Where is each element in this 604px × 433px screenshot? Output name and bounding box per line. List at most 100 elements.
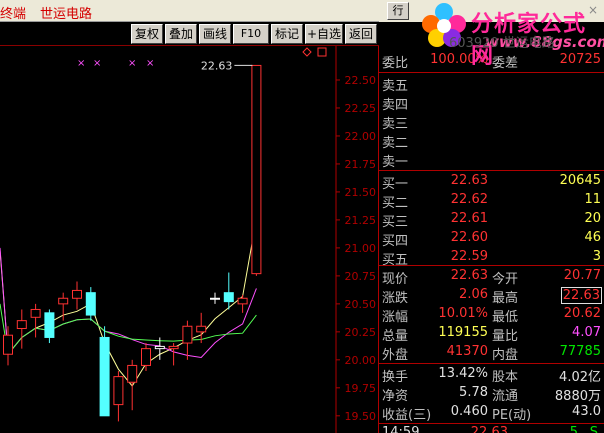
float-label: 流通	[492, 389, 519, 404]
diamond-marker-icon	[302, 47, 312, 57]
change-percent-row: 涨幅 10.01% 最低 20.62	[379, 306, 604, 325]
y-tick-label: 22.00	[345, 130, 377, 143]
y-tick-label: 22.50	[345, 74, 377, 87]
sell-1-label: 卖一	[382, 155, 409, 170]
volume-ratio-value: 4.07	[572, 325, 601, 340]
tick-price: 22.63	[470, 425, 508, 433]
chart-toolbar: 复权 叠加 画线 F10 标记 +自选 返回	[0, 22, 379, 46]
buy-4-price: 22.60	[450, 230, 488, 245]
candle-body	[72, 289, 82, 299]
draw-line-button[interactable]: 画线	[199, 24, 231, 44]
sell-1-row: 卖一	[379, 151, 604, 170]
tick-time: 14:59	[382, 425, 420, 433]
net-assets-value: 5.78	[459, 385, 488, 400]
mark-button[interactable]: 标记	[271, 24, 303, 44]
sell-3-label: 卖三	[382, 117, 409, 132]
add-favorite-button[interactable]: +自选	[305, 24, 343, 44]
buy-2-row: 买二 22.62 11	[379, 192, 604, 211]
candle-body	[168, 345, 179, 350]
buy-3-row: 买三 22.61 20	[379, 211, 604, 230]
buy-2-price: 22.62	[450, 192, 488, 207]
signal-mark-icon: ×	[93, 58, 101, 69]
bid-ask-ratio-label: 委比	[382, 56, 409, 71]
square-marker-icon	[317, 47, 327, 57]
candle-body	[127, 364, 138, 383]
y-tick-label: 21.50	[345, 186, 377, 199]
outer-inner-row: 外盘 41370 内盘 77785	[379, 344, 604, 363]
buy-3-label: 买三	[382, 215, 409, 230]
high-label: 最高	[492, 291, 519, 306]
sell-5-label: 卖五	[382, 79, 409, 94]
tick-side: S	[589, 425, 598, 433]
site-logo: 分析家公式网 www.88gs.com 603920 世运电路	[419, 0, 604, 69]
current-price-value: 22.63	[450, 268, 488, 283]
quote-mode-button[interactable]: 行	[387, 2, 409, 20]
share-capital-label: 股本	[492, 370, 519, 385]
restore-rights-button[interactable]: 复权	[131, 24, 163, 44]
candle-body	[44, 312, 55, 338]
inner-value: 77785	[559, 344, 601, 359]
y-tick-label: 20.00	[345, 354, 377, 367]
buy-4-row: 买四 22.60 46	[379, 230, 604, 249]
sell-2-row: 卖二	[379, 132, 604, 151]
kline-chart[interactable]: 22.50 22.25 22.00 21.75 21.50 21.25 21.00 20.75…	[0, 46, 379, 433]
change-label: 涨跌	[382, 291, 409, 306]
f10-button[interactable]: F10	[233, 24, 269, 44]
net-assets-label: 净资	[382, 389, 409, 404]
buy-1-volume: 20645	[559, 173, 601, 188]
candle-body	[196, 325, 207, 333]
back-button[interactable]: 返回	[345, 24, 377, 44]
buy-3-price: 22.61	[450, 211, 488, 226]
ma-short-line	[0, 218, 257, 387]
volume-ratio-label: 量比	[492, 329, 519, 344]
current-price-label: 现价	[382, 272, 409, 287]
low-label: 最低	[492, 310, 519, 325]
net-assets-row: 净资 5.78 流通 8880万	[379, 385, 604, 404]
overlay-button[interactable]: 叠加	[165, 24, 197, 44]
candle-body	[3, 334, 13, 355]
y-tick-label: 20.75	[345, 270, 377, 283]
share-capital-value: 4.02亿	[559, 370, 601, 385]
buy-4-volume: 46	[584, 230, 601, 245]
candle-body	[85, 292, 96, 316]
y-tick-label: 22.25	[345, 102, 377, 115]
eps-row: 收益(三) 0.460 PE(动) 43.0	[379, 404, 604, 423]
sell-4-row: 卖四	[379, 94, 604, 113]
signal-mark-icon: ×	[128, 58, 136, 69]
kline-svg: 22.50 22.25 22.00 21.75 21.50 21.25 21.00 20.75…	[0, 46, 377, 433]
y-tick-label: 19.50	[345, 410, 377, 423]
eps-value: 0.460	[450, 404, 488, 419]
ma-mid-line	[0, 247, 257, 358]
candle-body	[16, 320, 27, 329]
stock-name: 世运电路	[40, 7, 93, 22]
candle-body	[30, 308, 41, 318]
volume-row: 总量 119155 量比 4.07	[379, 325, 604, 344]
y-tick-label: 21.25	[345, 214, 377, 227]
candle-body	[154, 345, 165, 350]
change-value: 2.06	[459, 287, 488, 302]
candle-body	[99, 336, 110, 417]
candle-body	[141, 348, 151, 366]
change-percent-value: 10.01%	[438, 306, 488, 321]
y-tick-label: 20.25	[345, 326, 377, 339]
signal-mark-icon: ×	[77, 58, 85, 69]
tick-volume: 5	[569, 425, 578, 433]
volume-label: 总量	[382, 329, 409, 344]
tick-row: 14:59 22.63 5 S	[379, 425, 604, 433]
buy-2-label: 买二	[382, 196, 409, 211]
change-row: 涨跌 2.06 最高 22.63	[379, 287, 604, 306]
buy-5-volume: 3	[592, 249, 601, 264]
pe-value: 43.0	[572, 404, 601, 419]
candle-body	[113, 376, 124, 406]
candle-body	[58, 297, 69, 305]
quote-panel: 委比 100.00% 委差 20725 卖五 卖四 卖三 卖二 卖一 买一 22…	[379, 22, 604, 433]
open-label: 今开	[492, 272, 519, 287]
buy-5-price: 22.59	[450, 249, 488, 264]
y-tick-label: 21.75	[345, 158, 377, 171]
turnover-row: 换手 13.42% 股本 4.02亿	[379, 366, 604, 385]
logo-ghost-text: 603920 世运电路	[449, 36, 555, 51]
buy-1-label: 买一	[382, 177, 409, 192]
candle-body	[237, 297, 248, 305]
title-bar: 终端 世运电路	[0, 0, 382, 22]
buy-1-price: 22.63	[450, 173, 488, 188]
